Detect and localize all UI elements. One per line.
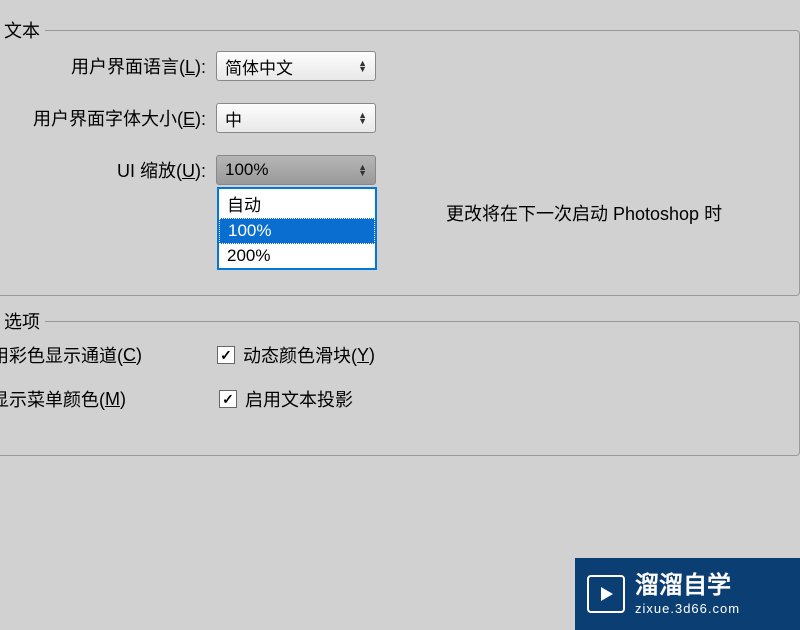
options-group-title: 选项 (0, 308, 45, 334)
dropdown-arrows-icon: ▲▼ (358, 164, 367, 176)
watermark-text: 溜溜自学 zixue.3d66.com (635, 572, 740, 616)
ui-scale-value: 100% (225, 160, 268, 180)
options-group: 选项 用彩色显示通道(C) ✓ 动态颜色滑块(Y) 显示菜单颜色(M) ✓ 启用… (0, 321, 800, 456)
watermark-title: 溜溜自学 (635, 572, 740, 601)
watermark-banner: 溜溜自学 zixue.3d66.com (575, 558, 800, 630)
ui-fontsize-label: 用户界面字体大小(E): (6, 105, 216, 131)
play-icon (587, 575, 625, 613)
text-group: 文本 用户界面语言(L): 简体中文 ▲▼ 用户界面字体大小(E): 中 ▲▼ (0, 30, 800, 296)
ui-language-dropdown[interactable]: 简体中文 ▲▼ (216, 51, 376, 81)
checkbox-row-1: 用彩色显示通道(C) ✓ 动态颜色滑块(Y) (6, 342, 784, 368)
ui-scale-dropdown[interactable]: 100% ▲▼ 自动 100% 200% (216, 155, 376, 185)
watermark-url: zixue.3d66.com (635, 601, 740, 617)
dynamic-slider-option[interactable]: ✓ 动态颜色滑块(Y) (217, 342, 375, 368)
menu-color-label: 显示菜单颜色(M) (0, 386, 126, 412)
ui-fontsize-value: 中 (225, 106, 242, 131)
ui-scale-options-list: 自动 100% 200% (217, 187, 377, 270)
scale-option-100[interactable]: 100% (219, 218, 375, 244)
ui-fontsize-row: 用户界面字体大小(E): 中 ▲▼ (6, 103, 784, 133)
dynamic-slider-checkbox[interactable]: ✓ (217, 346, 235, 364)
ui-language-label: 用户界面语言(L): (6, 53, 216, 79)
text-group-title: 文本 (0, 17, 45, 43)
restart-hint: 更改将在下一次启动 Photoshop 时 (446, 200, 722, 226)
scale-option-auto[interactable]: 自动 (219, 189, 375, 218)
channel-color-label: 用彩色显示通道(C) (0, 342, 142, 368)
checkbox-row-2: 显示菜单颜色(M) ✓ 启用文本投影 (6, 386, 784, 412)
ui-scale-label: UI 缩放(U): (6, 157, 216, 183)
text-shadow-option[interactable]: ✓ 启用文本投影 (219, 386, 353, 412)
dropdown-arrows-icon: ▲▼ (358, 60, 367, 72)
ui-language-row: 用户界面语言(L): 简体中文 ▲▼ (6, 51, 784, 81)
scale-option-200[interactable]: 200% (219, 244, 375, 268)
text-shadow-checkbox[interactable]: ✓ (219, 390, 237, 408)
dropdown-arrows-icon: ▲▼ (358, 112, 367, 124)
ui-scale-row: UI 缩放(U): 100% ▲▼ 自动 100% 200% 更改将在下一次启动… (6, 155, 784, 185)
ui-language-value: 简体中文 (225, 54, 293, 79)
ui-fontsize-dropdown[interactable]: 中 ▲▼ (216, 103, 376, 133)
